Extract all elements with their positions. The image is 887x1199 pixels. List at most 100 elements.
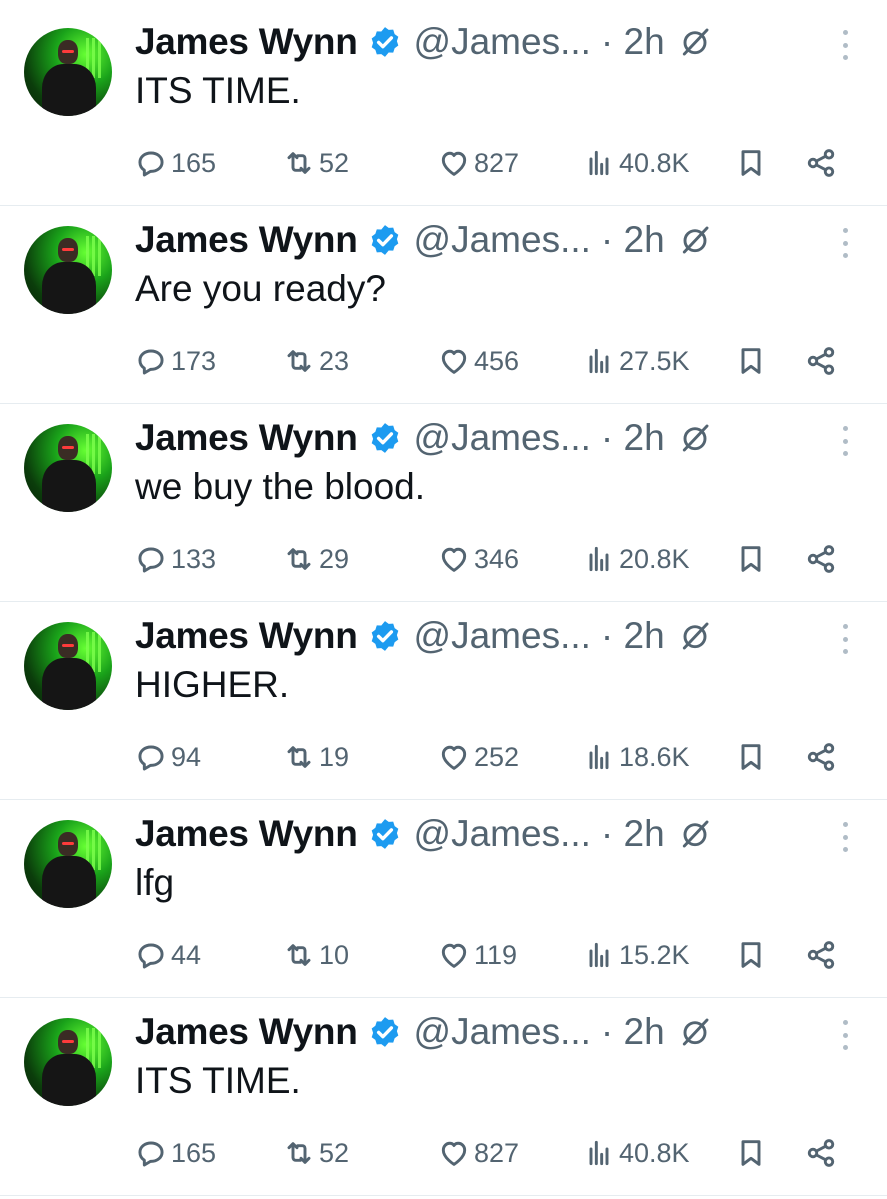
view-count: 20.8K [619,543,690,574]
bookmark-button[interactable] [735,737,767,777]
share-button[interactable] [805,737,837,777]
more-options-icon[interactable] [841,822,849,852]
share-icon [807,149,835,177]
view-count: 15.2K [619,939,690,970]
like-button[interactable]: 827 [438,1133,519,1173]
reply-icon [138,349,164,375]
reply-button[interactable]: 165 [135,143,216,183]
tweet-actions: 94 19 252 18.6K [135,737,845,777]
more-options-icon[interactable] [841,30,849,60]
avatar[interactable] [24,424,112,512]
tweet-time[interactable]: · 2h [601,615,665,657]
tweet[interactable]: James Wynn @James... · 2h lfg 44 10 119 … [0,800,887,998]
reply-count: 44 [171,939,202,970]
share-button[interactable] [805,935,837,975]
author-name[interactable]: James Wynn [135,813,358,855]
bookmark-button[interactable] [735,539,767,579]
like-count: 119 [474,939,518,970]
avatar[interactable] [24,820,112,908]
author-handle[interactable]: @James... [414,1011,591,1053]
retweet-button[interactable]: 29 [283,539,349,579]
tweet-actions: 165 52 827 40.8K [135,143,845,183]
tweet-actions: 44 10 119 15.2K [135,935,845,975]
grok-icon[interactable] [679,422,711,454]
author-name[interactable]: James Wynn [135,417,358,459]
retweet-count: 19 [319,741,350,772]
tweet-time[interactable]: · 2h [601,219,665,261]
tweet-text: ITS TIME. [135,1060,301,1101]
more-options-icon[interactable] [841,624,849,654]
reply-button[interactable]: 165 [135,1133,216,1173]
tweet-time[interactable]: · 2h [601,813,665,855]
tweet-time[interactable]: · 2h [601,1011,665,1053]
author-name[interactable]: James Wynn [135,21,358,63]
views-button[interactable]: 20.8K [583,539,690,579]
retweet-button[interactable]: 10 [283,935,349,975]
reply-button[interactable]: 44 [135,935,201,975]
bookmark-button[interactable] [735,341,767,381]
like-button[interactable]: 456 [438,341,519,381]
view-count: 40.8K [619,1137,690,1168]
avatar[interactable] [24,226,112,314]
like-button[interactable]: 827 [438,143,519,183]
views-button[interactable]: 18.6K [583,737,690,777]
views-button[interactable]: 40.8K [583,1133,690,1173]
author-handle[interactable]: @James... [414,417,591,459]
author-handle[interactable]: @James... [414,219,591,261]
share-button[interactable] [805,539,837,579]
retweet-button[interactable]: 52 [283,1133,349,1173]
share-button[interactable] [805,143,837,183]
reply-count: 94 [171,741,202,772]
reply-button[interactable]: 94 [135,737,201,777]
author-handle[interactable]: @James... [414,813,591,855]
views-icon [589,150,609,176]
avatar[interactable] [24,622,112,710]
reply-count: 165 [171,147,217,178]
grok-icon[interactable] [679,620,711,652]
tweet-actions: 173 23 456 27.5K [135,341,845,381]
more-options-icon[interactable] [841,426,849,456]
tweet-time[interactable]: · 2h [601,21,665,63]
tweet-text: lfg [135,862,175,903]
views-icon [589,942,609,968]
tweet-time[interactable]: · 2h [601,417,665,459]
bookmark-button[interactable] [735,935,767,975]
author-handle[interactable]: @James... [414,615,591,657]
tweet[interactable]: James Wynn @James... · 2h HIGHER. 94 19 [0,602,887,800]
tweet-header: James Wynn @James... · 2h [135,614,711,658]
tweet[interactable]: James Wynn @James... · 2h ITS TIME. 165 … [0,998,887,1196]
heart-icon [441,745,467,770]
grok-icon[interactable] [679,224,711,256]
tweet[interactable]: James Wynn @James... · 2h Are you ready?… [0,206,887,404]
bookmark-icon [741,942,761,968]
tweet[interactable]: James Wynn @James... · 2h ITS TIME. 165 … [0,8,887,206]
grok-icon[interactable] [679,818,711,850]
more-options-icon[interactable] [841,228,849,258]
retweet-button[interactable]: 23 [283,341,349,381]
views-button[interactable]: 27.5K [583,341,690,381]
author-name[interactable]: James Wynn [135,1011,358,1053]
reply-button[interactable]: 133 [135,539,216,579]
author-handle[interactable]: @James... [414,21,591,63]
reply-button[interactable]: 173 [135,341,216,381]
reply-count: 165 [171,1137,217,1168]
like-button[interactable]: 346 [438,539,519,579]
views-button[interactable]: 40.8K [583,143,690,183]
bookmark-button[interactable] [735,1133,767,1173]
like-button[interactable]: 119 [438,935,517,975]
grok-icon[interactable] [679,1016,711,1048]
retweet-button[interactable]: 19 [283,737,349,777]
share-button[interactable] [805,341,837,381]
avatar[interactable] [24,1018,112,1106]
like-button[interactable]: 252 [438,737,519,777]
tweet[interactable]: James Wynn @James... · 2h we buy the blo… [0,404,887,602]
author-name[interactable]: James Wynn [135,615,358,657]
more-options-icon[interactable] [841,1020,849,1050]
author-name[interactable]: James Wynn [135,219,358,261]
views-button[interactable]: 15.2K [583,935,690,975]
grok-icon[interactable] [679,26,711,58]
retweet-button[interactable]: 52 [283,143,349,183]
bookmark-button[interactable] [735,143,767,183]
share-button[interactable] [805,1133,837,1173]
avatar[interactable] [24,28,112,116]
